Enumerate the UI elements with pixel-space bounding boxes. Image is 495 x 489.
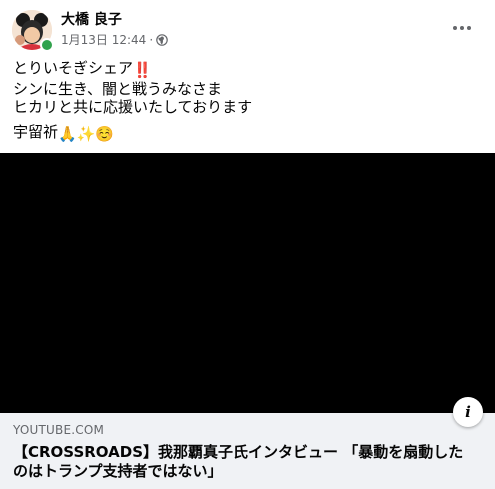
smile-icon: ☺️ (95, 124, 115, 143)
video-player[interactable] (0, 153, 495, 413)
post-line-closing: 宇留祈🙏✨☺️ (13, 122, 115, 143)
double-exclamation-icon: ‼️ (133, 61, 152, 79)
info-icon[interactable]: i (453, 397, 483, 427)
link-preview-card[interactable]: YOUTUBE.COM 【CROSSROADS】我那覇真子氏インタビュー 「暴動… (0, 413, 495, 489)
pray-icon: 🙏 (58, 124, 77, 143)
more-dot-icon (453, 26, 457, 30)
author-name[interactable]: 大橋 良子 (61, 9, 122, 29)
post-line-3: ヒカリと共に応援いたしております (13, 98, 253, 116)
link-domain: YOUTUBE.COM (13, 423, 105, 437)
post-line-2: シンに生き、闇と戦うみなさま (13, 79, 222, 98)
more-dot-icon (460, 26, 464, 30)
more-options-button[interactable] (446, 14, 478, 42)
post-meta: 1月13日 12:44 · (61, 31, 168, 48)
post-line-1: とりいそぎシェア‼️ (13, 59, 152, 79)
post-header: 大橋 良子 1月13日 12:44 · (0, 0, 495, 56)
post-timestamp[interactable]: 1月13日 12:44 (61, 31, 146, 48)
online-status-dot (40, 38, 54, 52)
meta-separator: · (149, 32, 154, 47)
post-body: とりいそぎシェア‼️ シンに生き、闇と戦うみなさま ヒカリと共に応援いたしており… (13, 59, 483, 143)
link-title[interactable]: 【CROSSROADS】我那覇真子氏インタビュー 「暴動を扇動したのはトランプ支… (13, 443, 468, 481)
sparkles-icon: ✨ (76, 124, 96, 143)
globe-icon[interactable] (156, 33, 168, 46)
more-dot-icon (467, 26, 471, 30)
